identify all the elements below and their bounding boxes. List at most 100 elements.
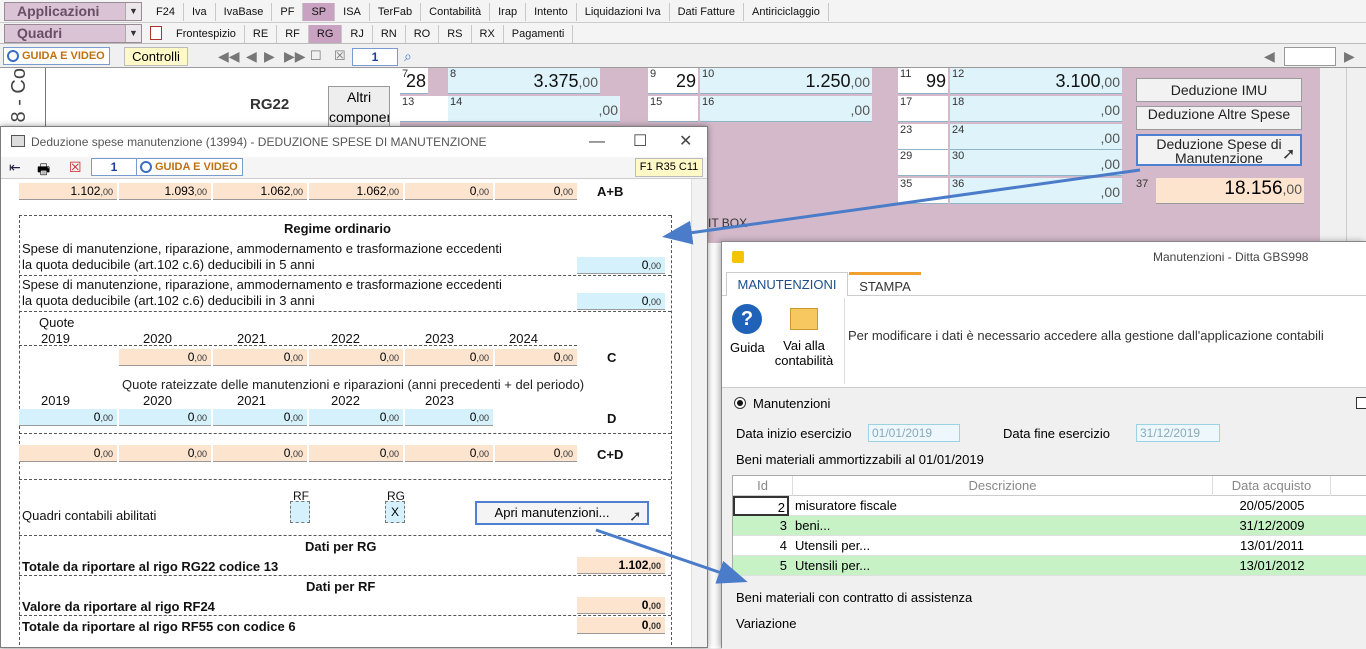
controlli-button[interactable]: Controlli <box>124 47 188 66</box>
tab-ivabase[interactable]: IvaBase <box>216 3 273 21</box>
checkbox[interactable] <box>1356 397 1366 409</box>
table-row[interactable]: 4 Utensili per... 13/01/2011 <box>733 536 1366 556</box>
pdf-icon[interactable] <box>150 26 162 40</box>
rg-cell-17[interactable]: 17 <box>898 96 948 122</box>
total-field[interactable]: 18.156,00 <box>1156 178 1304 204</box>
deduzione-altre-spese-button[interactable]: Deduzione Altre Spese <box>1136 106 1302 130</box>
grid-column-header[interactable]: Descrizione <box>793 476 1213 496</box>
rg-cell-14[interactable]: 14,00 <box>448 96 620 122</box>
amount-field[interactable]: 1.062,00 <box>213 183 307 200</box>
amount-field[interactable]: 1.062,00 <box>309 183 403 200</box>
window-guida-video-button[interactable]: GUIDA E VIDEO <box>136 158 243 176</box>
quadro-tab-re[interactable]: RE <box>245 25 278 43</box>
page-number-field[interactable]: 1 <box>352 48 398 66</box>
chevron-down-icon[interactable]: ▼ <box>125 3 141 20</box>
chevron-down-icon[interactable]: ▼ <box>125 25 141 42</box>
rg-cell-11[interactable]: 11 99 <box>898 68 948 94</box>
deduzione-imu-button[interactable]: Deduzione IMU <box>1136 78 1302 102</box>
grid-column-header[interactable]: Id <box>733 476 793 496</box>
rg-cell-23[interactable]: 23 <box>898 124 948 150</box>
radio-manutenzioni[interactable] <box>734 397 746 409</box>
totale-rg22-field[interactable]: 1.102,00 <box>577 557 665 574</box>
exit-icon[interactable]: ⇤ <box>9 159 21 176</box>
rg-cell-24[interactable]: 24,00 <box>950 124 1122 150</box>
rg-cell-29[interactable]: 29 <box>898 150 948 176</box>
valore-rf24-field[interactable]: 0,00 <box>577 597 665 614</box>
quadro-tab-pagamenti[interactable]: Pagamenti <box>504 25 574 43</box>
amount-field[interactable]: 0,00 <box>19 409 117 426</box>
row-descrizione[interactable]: Utensili per... <box>795 556 1213 576</box>
quadro-tab-rj[interactable]: RJ <box>342 25 373 43</box>
amount-field[interactable]: 0,00 <box>495 445 577 462</box>
delete-page-icon[interactable]: ☒ <box>334 48 346 64</box>
row-id[interactable]: 2 <box>733 496 789 516</box>
tab-iva[interactable]: Iva <box>184 3 216 21</box>
amount-field[interactable]: 0,00 <box>495 183 577 200</box>
guida-video-button[interactable]: GUIDA E VIDEO <box>3 47 110 65</box>
rg-cell-13[interactable]: 13 <box>400 96 450 122</box>
spese-5-field[interactable]: 0,00 <box>577 257 665 274</box>
amount-field[interactable]: 0,00 <box>405 409 493 426</box>
rg-cell-15[interactable]: 15 <box>648 96 698 122</box>
rg-cell-9[interactable]: 9 29 <box>648 68 698 94</box>
tab-manutenzioni[interactable]: MANUTENZIONI <box>726 272 848 296</box>
quadro-tab-rn[interactable]: RN <box>373 25 406 43</box>
quadro-tab-rf[interactable]: RF <box>277 25 309 43</box>
quadro-tab-rg[interactable]: RG <box>308 25 343 43</box>
amount-field[interactable]: 0,00 <box>405 445 493 462</box>
table-row[interactable]: 3 beni... 31/12/2009 <box>733 516 1366 536</box>
tab-contabilità[interactable]: Contabilità <box>421 3 491 21</box>
amount-field[interactable]: 0,00 <box>309 349 403 366</box>
tab-f24[interactable]: F24 <box>148 3 184 21</box>
row-id[interactable]: 4 <box>733 536 789 556</box>
rg-cell-16[interactable]: 16,00 <box>700 96 872 122</box>
row-descrizione[interactable]: beni... <box>795 516 1213 536</box>
altri-componenti-button[interactable]: Altri componenti <box>328 86 390 130</box>
amount-field[interactable]: 0,00 <box>495 349 577 366</box>
row-data-acquisto[interactable]: 13/01/2011 <box>1213 536 1331 556</box>
new-page-icon[interactable]: ☐ <box>310 48 322 64</box>
amount-field[interactable]: 0,00 <box>119 445 211 462</box>
amount-field[interactable]: 0,00 <box>213 445 307 462</box>
last-page-icon[interactable]: ▶▶ <box>284 48 306 65</box>
amount-field[interactable]: 0,00 <box>309 445 403 462</box>
row-data-acquisto[interactable]: 20/05/2005 <box>1213 496 1331 516</box>
window-scrollbar[interactable] <box>691 179 707 647</box>
row-descrizione[interactable]: Utensili per... <box>795 536 1213 556</box>
rg-cell-36[interactable]: 36,00 <box>950 178 1122 204</box>
next-page-icon[interactable]: ▶ <box>264 48 275 65</box>
rg-cell-12[interactable]: 12 3.100,00 <box>950 68 1122 94</box>
apri-manutenzioni-button[interactable]: Apri manutenzioni... <box>475 501 649 525</box>
amount-field[interactable]: 0,00 <box>405 349 493 366</box>
delete-icon[interactable]: ☒ <box>69 159 82 176</box>
tab-intento[interactable]: Intento <box>526 3 577 21</box>
rg-cell-7[interactable]: 7 28 <box>400 68 428 94</box>
rg-checkbox[interactable]: X <box>385 501 405 523</box>
tab-irap[interactable]: Irap <box>490 3 527 21</box>
quadro-tab-rs[interactable]: RS <box>439 25 472 43</box>
amount-field[interactable]: 0,00 <box>19 445 117 462</box>
scroll-right-icon[interactable]: ▶ <box>1344 48 1355 65</box>
tab-stampa[interactable]: STAMPA <box>849 272 921 296</box>
row-data-acquisto[interactable]: 13/01/2012 <box>1213 556 1331 576</box>
tab-liquidazioni-iva[interactable]: Liquidazioni Iva <box>577 3 670 21</box>
minimize-icon[interactable]: — <box>589 127 605 157</box>
tab-isa[interactable]: ISA <box>335 3 370 21</box>
amount-field[interactable]: 0,00 <box>119 349 211 366</box>
row-id[interactable]: 5 <box>733 556 789 576</box>
data-inizio-field[interactable]: 01/01/2019 <box>868 424 960 442</box>
totale-rf55-field[interactable]: 0,00 <box>577 617 665 634</box>
tab-pf[interactable]: PF <box>272 3 304 21</box>
rg-cell-10[interactable]: 10 1.250,00 <box>700 68 872 94</box>
rg-cell-8[interactable]: 8 3.375,00 <box>448 68 600 94</box>
row-id[interactable]: 3 <box>733 516 789 536</box>
close-icon[interactable]: ✕ <box>679 127 692 157</box>
amount-field[interactable]: 0,00 <box>119 409 211 426</box>
row-data-acquisto[interactable]: 31/12/2009 <box>1213 516 1331 536</box>
scroll-left-icon[interactable]: ◀ <box>1264 48 1275 65</box>
table-row[interactable]: 5 Utensili per... 13/01/2012 <box>733 556 1366 576</box>
horizontal-scroll-field[interactable] <box>1284 47 1336 66</box>
quadro-tab-rx[interactable]: RX <box>472 25 504 43</box>
amount-field[interactable]: 0,00 <box>405 183 493 200</box>
table-row[interactable]: 2 misuratore fiscale 20/05/2005 <box>733 496 1366 516</box>
